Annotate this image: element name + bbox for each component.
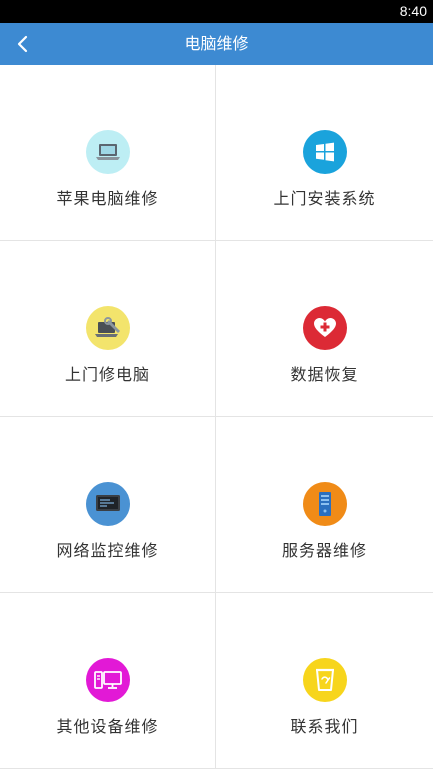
- back-button[interactable]: [8, 28, 38, 60]
- tile-label: 其他设备维修: [56, 717, 159, 736]
- tile-apple-repair[interactable]: 苹果电脑维修: [0, 65, 216, 241]
- status-time: 8:40: [399, 3, 427, 19]
- tile-data-recovery[interactable]: 数据恢复: [216, 241, 433, 417]
- tile-onsite-repair[interactable]: 上门修电脑: [0, 241, 216, 417]
- app-bar: 电脑维修: [0, 23, 433, 65]
- service-grid: 苹果电脑维修 上门安装系统 上门修电脑 数据恢复 网络监控维修 服务器维修 其他…: [0, 65, 433, 769]
- tile-install-system[interactable]: 上门安装系统: [216, 65, 433, 241]
- laptop-icon: [85, 130, 130, 174]
- page-title: 电脑维修: [184, 34, 249, 53]
- tile-label: 联系我们: [290, 717, 359, 736]
- tile-label: 数据恢复: [290, 365, 359, 384]
- tile-label: 上门修电脑: [64, 365, 150, 384]
- chevron-left-icon: [17, 35, 28, 53]
- tile-contact-us[interactable]: 联系我们: [216, 593, 433, 769]
- laptop-wrench-icon: [85, 306, 130, 350]
- tile-label: 上门安装系统: [273, 189, 376, 208]
- windows-logo-icon: [302, 130, 347, 174]
- server-icon: [302, 482, 347, 526]
- monitor-icon: [85, 482, 130, 526]
- tile-label: 苹果电脑维修: [56, 189, 159, 208]
- cup-icon: [302, 658, 347, 702]
- desktop-computer-icon: [85, 658, 130, 702]
- tile-other-devices[interactable]: 其他设备维修: [0, 593, 216, 769]
- tile-label: 网络监控维修: [56, 541, 159, 560]
- status-bar: 8:40: [0, 0, 433, 23]
- tile-network-monitoring[interactable]: 网络监控维修: [0, 417, 216, 593]
- heart-plus-icon: [302, 306, 347, 350]
- tile-label: 服务器维修: [281, 541, 367, 560]
- tile-server-repair[interactable]: 服务器维修: [216, 417, 433, 593]
